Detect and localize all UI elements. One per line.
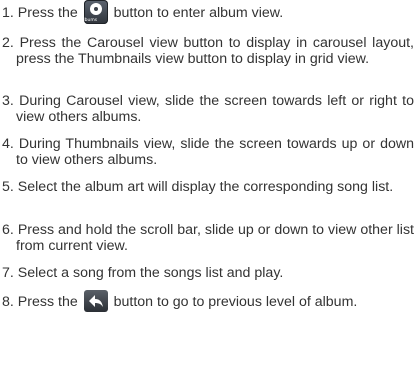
step-7: 7. Select a song from the songs list and… (2, 265, 414, 281)
albums-icon: Albums (80, 0, 108, 24)
back-arrow-icon (83, 290, 108, 312)
step-text: Select a song from the songs list and pl… (17, 265, 284, 281)
step-6: 6. Press and hold the scroll bar, slide … (2, 222, 414, 254)
step-number: 6. (2, 222, 14, 238)
step-8: 8. Press the button to go to previous le… (2, 290, 414, 313)
step-number: 5. (2, 179, 14, 195)
step-text-before: Press the (17, 293, 82, 310)
step-1-line: 1. Press the Albums button to enter albu… (2, 0, 414, 25)
step-text: During Carousel view, slide the screen t… (16, 93, 414, 125)
step-text: During Thumbnails view, slide the screen… (16, 136, 414, 168)
step-2: 2. Press the Carousel view button to dis… (2, 35, 414, 67)
disc-shape (89, 3, 102, 15)
albums-icon-caption: Albums (80, 18, 98, 23)
step-6-body: 6. Press and hold the scroll bar, slide … (2, 222, 414, 254)
step-3-body: 3. During Carousel view, slide the scree… (2, 93, 414, 125)
step-number: 4. (2, 136, 14, 152)
step-number: 1. (2, 4, 14, 21)
step-8-line: 8. Press the button to go to previous le… (2, 290, 414, 313)
step-number: 3. (2, 93, 14, 109)
step-text-before: Press the (17, 4, 82, 21)
step-7-body: 7. Select a song from the songs list and… (2, 265, 414, 281)
step-5-body: 5. Select the album art will display the… (2, 179, 414, 195)
step-2-body: 2. Press the Carousel view button to dis… (2, 35, 414, 67)
step-text: Press the Carousel view button to displa… (16, 35, 414, 67)
step-text: Select the album art will display the co… (17, 179, 394, 195)
step-text-after: button to go to previous level of album. (113, 293, 358, 310)
step-3: 3. During Carousel view, slide the scree… (2, 93, 414, 125)
step-5: 5. Select the album art will display the… (2, 179, 414, 195)
step-4-body: 4. During Thumbnails view, slide the scr… (2, 136, 414, 168)
step-1: 1. Press the Albums button to enter albu… (2, 0, 414, 25)
step-4: 4. During Thumbnails view, slide the scr… (2, 136, 414, 168)
step-number: 2. (2, 35, 14, 51)
step-text-after: button to enter album view. (113, 4, 284, 21)
back-arrow-glyph (88, 295, 103, 307)
step-text: Press and hold the scroll bar, slide up … (16, 222, 414, 254)
step-number: 8. (2, 293, 14, 310)
step-number: 7. (2, 265, 14, 281)
